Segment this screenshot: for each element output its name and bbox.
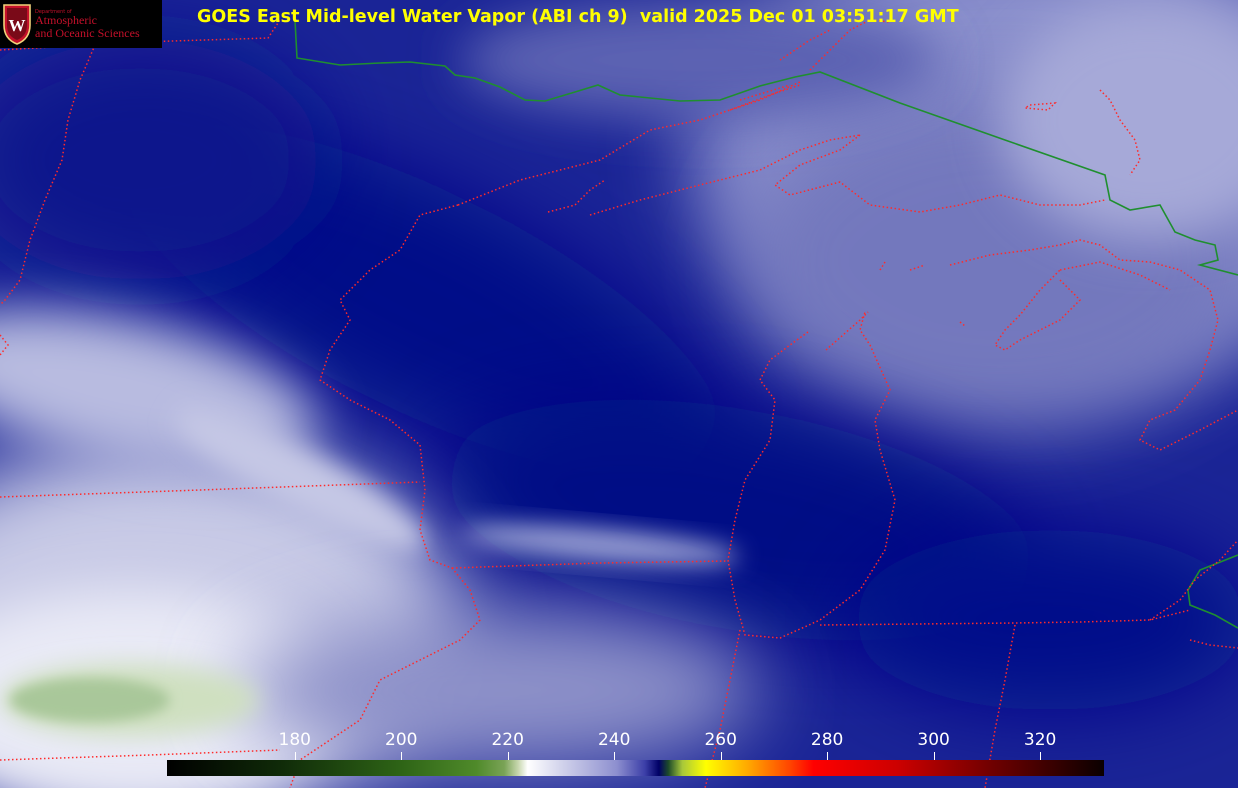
temperature-colorbar bbox=[167, 760, 1104, 776]
satellite-map-view: W Department of Atmospheric and Oceanic … bbox=[0, 0, 1238, 788]
logo-line-2: and Oceanic Sciences bbox=[35, 26, 140, 40]
colorbar-tick-mark bbox=[827, 752, 828, 760]
colorbar-tick-mark bbox=[295, 752, 296, 760]
seal-letter: W bbox=[9, 16, 26, 35]
water-vapor-image bbox=[0, 0, 1238, 788]
colorbar-tick-label: 200 bbox=[385, 730, 418, 750]
colorbar-tick-label: 280 bbox=[810, 730, 844, 750]
colorbar-tick-label: 180 bbox=[278, 730, 311, 750]
colorbar-tick-mark bbox=[401, 752, 402, 760]
colorbar-tick-mark bbox=[614, 752, 615, 760]
uw-aos-logo[interactable]: W Department of Atmospheric and Oceanic … bbox=[0, 0, 162, 48]
colorbar-tick-label: 320 bbox=[1023, 730, 1057, 750]
colorbar-tick-mark bbox=[934, 752, 935, 760]
image-title: GOES East Mid-level Water Vapor (ABI ch … bbox=[197, 7, 959, 27]
colorbar-tick-mark bbox=[1040, 752, 1041, 760]
colorbar-tick-mark bbox=[721, 752, 722, 760]
colorbar-tick-label: 300 bbox=[917, 730, 950, 750]
colorbar-tick-mark bbox=[508, 752, 509, 760]
colorbar-tick-label: 260 bbox=[704, 730, 737, 750]
uw-seal-icon: W bbox=[3, 4, 31, 45]
colorbar-tick-label: 240 bbox=[597, 730, 631, 750]
logo-line-1: Atmospheric bbox=[35, 13, 97, 27]
colorbar-tick-label: 220 bbox=[491, 730, 524, 750]
